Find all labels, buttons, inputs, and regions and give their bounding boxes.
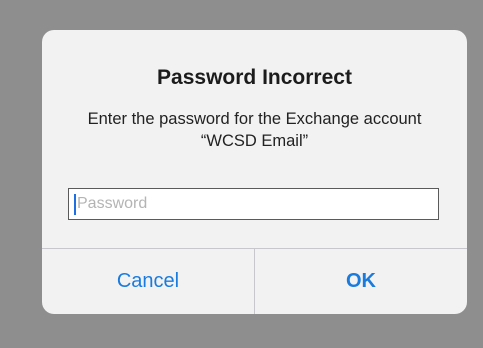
password-input[interactable] (69, 189, 438, 219)
password-alert-dialog: Password Incorrect Enter the password fo… (42, 30, 467, 314)
cancel-button[interactable]: Cancel (42, 249, 254, 314)
password-field[interactable] (68, 188, 439, 220)
alert-title: Password Incorrect (157, 66, 352, 89)
alert-message: Enter the password for the Exchange acco… (87, 110, 422, 150)
text-caret (74, 194, 76, 215)
ok-button[interactable]: OK (255, 249, 467, 314)
